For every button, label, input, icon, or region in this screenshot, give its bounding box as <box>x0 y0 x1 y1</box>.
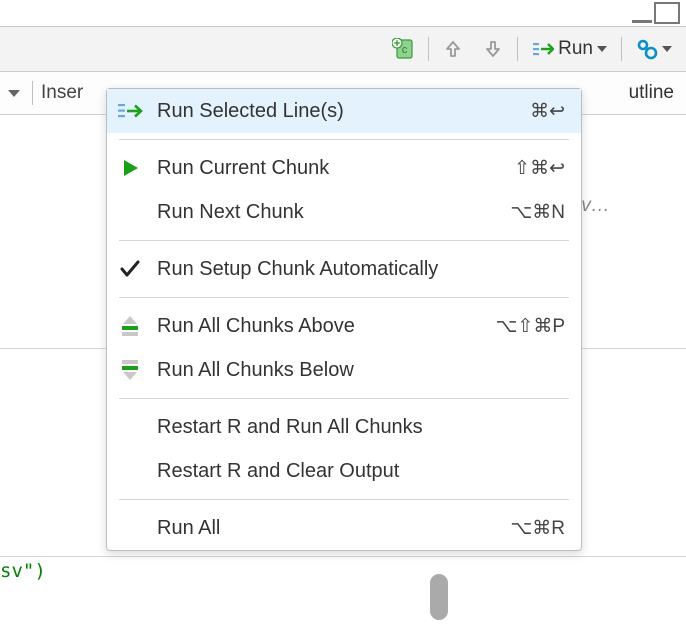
menu-label: Run All Chunks Below <box>157 359 551 382</box>
menu-label: Run All Chunks Above <box>157 315 482 338</box>
insert-label[interactable]: Inser <box>41 82 83 104</box>
add-chunk-icon: c <box>392 38 414 60</box>
run-line-icon <box>532 40 554 58</box>
outline-button[interactable]: utline <box>629 82 674 104</box>
go-up-button[interactable] <box>437 37 469 61</box>
insert-chunk-button[interactable]: c <box>386 36 420 62</box>
run-below-icon <box>117 358 143 382</box>
menu-label: Run Next Chunk <box>157 201 496 224</box>
menu-label: Run Current Chunk <box>157 157 500 180</box>
menu-run-all-below[interactable]: Run All Chunks Below <box>107 348 581 392</box>
run-button[interactable]: Run <box>526 36 613 62</box>
main-toolbar: c Run <box>0 26 686 72</box>
menu-shortcut: ⌘↩ <box>530 100 565 123</box>
play-icon <box>117 156 143 180</box>
menu-label: Restart R and Run All Chunks <box>157 416 551 439</box>
minimize-icon[interactable] <box>632 13 652 23</box>
menu-shortcut: ⌥⌘R <box>510 517 565 540</box>
menu-shortcut: ⌥⇧⌘P <box>496 315 566 338</box>
run-menu: Run Selected Line(s) ⌘↩ Run Current Chun… <box>106 88 582 551</box>
toolbar-separator <box>517 37 518 61</box>
menu-run-all-above[interactable]: Run All Chunks Above ⌥⇧⌘P <box>107 304 581 348</box>
checkmark-icon <box>117 257 143 281</box>
menu-run-current-chunk[interactable]: Run Current Chunk ⇧⌘↩ <box>107 146 581 190</box>
code-fragment: sv") <box>0 560 46 582</box>
svg-text:c: c <box>402 44 408 56</box>
scrollbar-thumb[interactable] <box>430 574 448 620</box>
menu-divider <box>119 398 569 399</box>
maximize-icon[interactable] <box>654 2 680 24</box>
window-controls <box>0 0 686 26</box>
chevron-down-icon <box>597 46 607 52</box>
go-down-button[interactable] <box>477 37 509 61</box>
panel-divider <box>0 556 686 557</box>
menu-divider <box>119 139 569 140</box>
run-above-icon <box>117 314 143 338</box>
menu-shortcut: ⇧⌘↩ <box>514 157 565 180</box>
chevron-down-icon <box>662 46 672 52</box>
menu-run-next-chunk[interactable]: Run Next Chunk ⌥⌘N <box>107 190 581 234</box>
run-line-icon <box>117 99 143 123</box>
menu-divider <box>119 499 569 500</box>
menu-run-all[interactable]: Run All ⌥⌘R <box>107 506 581 550</box>
arrow-up-icon <box>443 39 463 59</box>
menu-run-setup-chunk[interactable]: Run Setup Chunk Automatically <box>107 247 581 291</box>
toolbar-separator <box>428 37 429 61</box>
menu-divider <box>119 240 569 241</box>
menu-restart-clear-output[interactable]: Restart R and Clear Output <box>107 449 581 493</box>
menu-label: Run All <box>157 517 496 540</box>
menu-label: Restart R and Clear Output <box>157 460 551 483</box>
menu-run-selected[interactable]: Run Selected Line(s) ⌘↩ <box>107 89 581 133</box>
menu-label: Run Selected Line(s) <box>157 100 516 123</box>
arrow-down-icon <box>483 39 503 59</box>
chevron-down-icon[interactable] <box>8 90 20 97</box>
publish-button[interactable] <box>630 36 678 62</box>
toolbar-separator <box>621 37 622 61</box>
menu-divider <box>119 297 569 298</box>
toolbar-separator <box>32 81 33 105</box>
run-label: Run <box>558 38 593 60</box>
menu-label: Run Setup Chunk Automatically <box>157 258 551 281</box>
menu-shortcut: ⌥⌘N <box>510 201 565 224</box>
publish-icon <box>636 38 658 60</box>
menu-restart-run-all[interactable]: Restart R and Run All Chunks <box>107 405 581 449</box>
